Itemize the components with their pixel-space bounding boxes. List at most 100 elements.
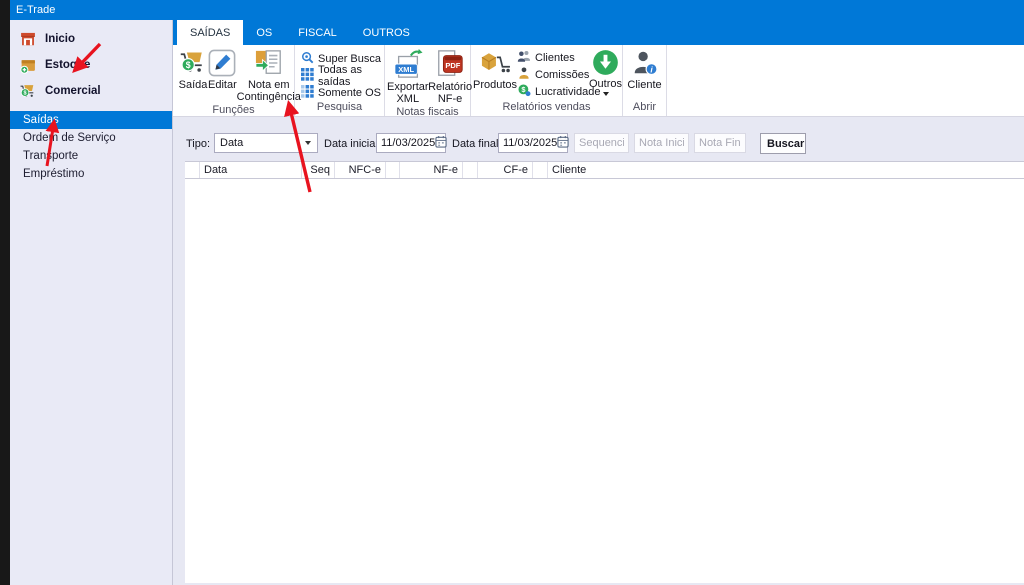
nota-em-contingencia-button[interactable]: Nota em Contingência bbox=[237, 45, 301, 104]
column-header-nfe[interactable]: NF-e bbox=[400, 162, 463, 178]
group-label-abrir: Abrir bbox=[632, 101, 657, 113]
ribbon-group-pesquisa: Super Busca Todas as saídas Somente OS P… bbox=[295, 45, 385, 116]
clientes-button[interactable]: Clientes bbox=[517, 49, 589, 66]
chevron-down-icon bbox=[305, 141, 311, 145]
people-icon bbox=[517, 49, 531, 66]
comissoes-button[interactable]: Comissões bbox=[517, 66, 589, 83]
download-circle-icon bbox=[592, 49, 619, 76]
ribbon-group-abrir: i Cliente Abrir bbox=[623, 45, 667, 116]
column-header-cliente[interactable]: Cliente bbox=[548, 162, 1024, 178]
somente-os-button[interactable]: Somente OS bbox=[301, 84, 384, 101]
button-label: Editar bbox=[208, 79, 237, 91]
table-body[interactable] bbox=[185, 179, 1024, 583]
column-header-seq[interactable]: Seq bbox=[302, 162, 335, 178]
data-inicial-value: 11/03/2025 bbox=[381, 137, 436, 149]
window-title: E-Trade bbox=[16, 4, 56, 16]
column-header-data[interactable]: Data bbox=[200, 162, 302, 178]
saida-button[interactable]: $ Saída bbox=[178, 45, 208, 91]
cart-dollar-icon: $ bbox=[19, 83, 37, 100]
calendar-icon bbox=[435, 135, 447, 151]
table-header: Data Seq NFC-e NF-e CF-e Cliente bbox=[185, 161, 1024, 179]
svg-text:PDF: PDF bbox=[445, 61, 460, 70]
button-label: Relatório NF-e bbox=[428, 81, 473, 106]
ribbon-group-relatorios-vendas: Produtos Clientes Comissões $ Lucrativid… bbox=[471, 45, 623, 116]
data-final-label: Data final: bbox=[452, 138, 502, 150]
editar-button[interactable]: Editar bbox=[208, 45, 237, 91]
left-edge-strip bbox=[0, 0, 10, 585]
todas-as-saidas-button[interactable]: Todas as saídas bbox=[301, 64, 384, 88]
svg-text:$: $ bbox=[186, 60, 191, 70]
tab-os[interactable]: OS bbox=[243, 20, 285, 45]
spacer-column-header bbox=[386, 162, 400, 178]
exportar-xml-button[interactable]: XML Exportar XML bbox=[387, 45, 429, 106]
sidebar-subitem-ordem-de-servico[interactable]: Ordem de Serviço bbox=[10, 129, 172, 147]
button-label: Somente OS bbox=[318, 86, 381, 99]
sidebar-subitem-emprestimo[interactable]: Empréstimo bbox=[10, 165, 172, 183]
column-header-nfce[interactable]: NFC-e bbox=[335, 162, 386, 178]
button-label: Clientes bbox=[535, 51, 575, 64]
spacer-column-header bbox=[463, 162, 478, 178]
box-plus-icon bbox=[19, 57, 37, 74]
store-icon bbox=[19, 31, 37, 48]
tipo-select[interactable]: Data bbox=[214, 133, 318, 153]
tab-outros[interactable]: OUTROS bbox=[350, 20, 423, 45]
person-info-icon: i bbox=[631, 49, 659, 77]
group-label-relatorios-vendas: Relatórios vendas bbox=[502, 101, 591, 113]
sidebar-item-label: Estoque bbox=[45, 59, 91, 71]
application-window: E-Trade Inicio Estoque $ Comercial Saída… bbox=[0, 0, 1024, 585]
cart-dollar-icon: $ bbox=[178, 49, 208, 77]
cliente-button[interactable]: i Cliente bbox=[624, 45, 666, 91]
button-label: Cliente bbox=[627, 79, 662, 91]
tipo-label: Tipo: bbox=[186, 138, 211, 150]
lucratividade-button[interactable]: $ Lucratividade bbox=[517, 83, 600, 100]
sequencia-input[interactable] bbox=[574, 133, 629, 153]
nota-final-input[interactable] bbox=[694, 133, 746, 153]
group-label-pesquisa: Pesquisa bbox=[316, 101, 363, 113]
dollar-badge-icon: $ bbox=[517, 83, 531, 100]
outros-dropdown-button[interactable]: Outros bbox=[589, 45, 622, 97]
group-label-funcoes: Funções bbox=[212, 103, 255, 116]
ribbon-group-notas-fiscais: XML Exportar XML PDF Relatório NF-e Nota… bbox=[385, 45, 473, 118]
sidebar-item-inicio[interactable]: Inicio bbox=[10, 26, 172, 52]
sidebar-subitem-transporte[interactable]: Transporte bbox=[10, 147, 172, 165]
ribbon: $ Saída Editar Nota em Contingência Funç… bbox=[173, 45, 1024, 118]
box-cart-icon bbox=[479, 49, 511, 77]
data-final-input[interactable]: 11/03/2025 bbox=[498, 133, 569, 153]
sidebar-item-estoque[interactable]: Estoque bbox=[10, 52, 172, 78]
ribbon-group-funcoes: $ Saída Editar Nota em Contingência Funç… bbox=[173, 45, 301, 116]
spacer-column-header bbox=[533, 162, 548, 178]
tab-fiscal[interactable]: FISCAL bbox=[285, 20, 350, 45]
nota-inicial-input[interactable] bbox=[634, 133, 689, 153]
grid-icon bbox=[301, 67, 314, 84]
tipo-selected-value: Data bbox=[220, 137, 244, 149]
pencil-edit-icon bbox=[208, 49, 236, 77]
tab-saidas[interactable]: SAÍDAS bbox=[177, 20, 244, 45]
sidebar-subitem-saidas[interactable]: Saídas bbox=[10, 111, 172, 129]
person-icon bbox=[517, 66, 531, 83]
button-label: Nota em Contingência bbox=[236, 79, 301, 104]
button-label: Comissões bbox=[535, 68, 590, 81]
sidebar: Inicio Estoque $ Comercial Saídas Ordem … bbox=[10, 20, 173, 585]
title-bar: E-Trade bbox=[0, 0, 1024, 20]
ribbon-tab-bar: SAÍDAS OS FISCAL OUTROS bbox=[173, 20, 1024, 45]
magnifier-icon bbox=[301, 51, 314, 67]
button-label: Saída bbox=[178, 79, 208, 91]
data-inicial-label: Data inicial: bbox=[324, 138, 381, 150]
produtos-button[interactable]: Produtos bbox=[473, 45, 517, 91]
sidebar-item-comercial[interactable]: $ Comercial bbox=[10, 78, 172, 104]
column-header-cfe[interactable]: CF-e bbox=[478, 162, 533, 178]
xml-export-icon: XML bbox=[392, 49, 424, 79]
row-indicator-column-header bbox=[185, 162, 200, 178]
buscar-button[interactable]: Buscar bbox=[760, 133, 806, 154]
relatorio-nfe-button[interactable]: PDF Relatório NF-e bbox=[428, 45, 473, 106]
grid-partial-icon bbox=[301, 84, 314, 101]
group-label-notas-fiscais: Notas fiscais bbox=[396, 105, 459, 118]
data-final-value: 11/03/2025 bbox=[503, 137, 558, 149]
sidebar-item-label: Inicio bbox=[45, 33, 76, 45]
contingency-note-icon bbox=[253, 49, 285, 77]
calendar-icon bbox=[557, 135, 569, 151]
sidebar-item-label: Comercial bbox=[45, 85, 101, 97]
button-label: Exportar XML bbox=[387, 81, 429, 106]
data-inicial-input[interactable]: 11/03/2025 bbox=[376, 133, 447, 153]
button-label: Produtos bbox=[472, 79, 518, 91]
